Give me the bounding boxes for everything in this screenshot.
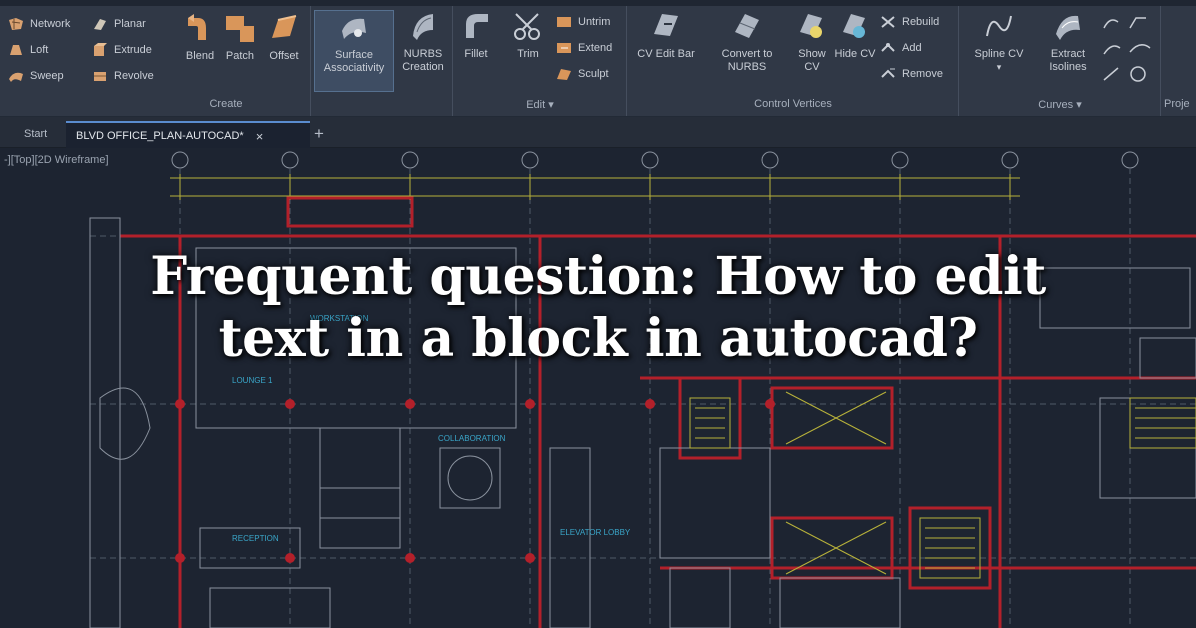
document-tab-bar: Start BLVD OFFICE_PLAN-AUTOCAD* × +: [0, 117, 1196, 149]
chevron-down-icon: ▾: [996, 62, 1002, 72]
show-cv-icon: [800, 14, 822, 38]
article-headline: Frequent question: How to edit text in a…: [0, 246, 1196, 370]
cv-edit-bar-icon: [654, 14, 678, 36]
fillet-icon: [466, 14, 488, 38]
chevron-down-icon: ▾: [1076, 99, 1082, 111]
sweep-icon: [8, 69, 24, 83]
show-cv-button[interactable]: Show CV: [790, 10, 834, 74]
autocad-window: Network Loft Sweep Planar Extrude Revolv…: [0, 0, 1196, 628]
surface-associativity-button[interactable]: Surface Associativity: [314, 10, 394, 92]
trim-icon: [514, 13, 540, 40]
sweep-button[interactable]: Sweep: [8, 66, 64, 86]
loft-button[interactable]: Loft: [8, 40, 48, 60]
patch-button[interactable]: Patch: [220, 12, 260, 63]
spline-cv-button[interactable]: Spline CV ▾: [964, 10, 1034, 74]
drawing-viewport[interactable]: -][Top][2D Wireframe] LOUNGE 1 COLLABORA…: [0, 148, 1196, 628]
sculpt-button[interactable]: Sculpt: [556, 64, 609, 84]
hide-cv-icon: [843, 14, 865, 38]
convert-to-nurbs-button[interactable]: Convert to NURBS: [710, 10, 784, 74]
dimension-lines: [170, 174, 1020, 200]
document-tab-label: BLVD OFFICE_PLAN-AUTOCAD*: [76, 130, 244, 142]
panel-divider: [626, 6, 627, 116]
curve-tools-grid: [1100, 14, 1156, 94]
cv-edit-bar-button[interactable]: CV Edit Bar: [630, 10, 702, 61]
convert-to-nurbs-icon: [735, 14, 759, 38]
extend-icon: [556, 41, 572, 55]
panel-divider: [452, 6, 453, 116]
fillet-button[interactable]: Fillet: [456, 10, 496, 61]
add-button[interactable]: Add: [880, 38, 922, 58]
nurbs-creation-button[interactable]: NURBS Creation: [396, 10, 450, 74]
panel-divider: [958, 6, 959, 116]
chevron-down-icon: ▾: [548, 99, 554, 111]
offset-button[interactable]: Offset: [262, 12, 306, 63]
revolve-button[interactable]: Revolve: [92, 66, 154, 86]
tab-start[interactable]: Start: [14, 121, 57, 147]
create-panel-label: Create: [209, 98, 243, 110]
remove-button[interactable]: Remove: [880, 64, 943, 84]
headline-line-1: Frequent question: How to edit: [150, 246, 1046, 307]
plus-icon: +: [314, 124, 324, 143]
room-label-elevator-lobby: ELEVATOR LOBBY: [560, 528, 631, 537]
room-label-lounge: LOUNGE 1: [232, 376, 273, 385]
project-panel-label: Proje: [1164, 98, 1190, 110]
room-label-collaboration: COLLABORATION: [438, 434, 506, 443]
spline-cv-icon: [986, 15, 1012, 37]
control-vertices-panel-label: Control Vertices: [754, 98, 832, 110]
untrim-button[interactable]: Untrim: [556, 12, 610, 32]
extrude-icon: [92, 43, 108, 57]
untrim-icon: [556, 15, 572, 29]
blend-icon: [188, 14, 206, 40]
loft-icon: [8, 43, 24, 57]
extrude-button[interactable]: Extrude: [92, 40, 152, 60]
blend-button[interactable]: Blend: [178, 12, 222, 63]
viewport-controls-label[interactable]: -][Top][2D Wireframe]: [4, 154, 109, 166]
panel-divider: [1160, 6, 1161, 116]
edit-panel-label[interactable]: Edit ▾: [454, 98, 626, 111]
curves-panel-label[interactable]: Curves ▾: [960, 98, 1160, 111]
network-icon: [8, 17, 24, 31]
grid-bubbles: [171, 151, 1139, 169]
revolve-icon: [92, 69, 108, 83]
extend-button[interactable]: Extend: [556, 38, 612, 58]
add-cv-icon: [880, 41, 896, 55]
close-icon[interactable]: ×: [256, 129, 264, 144]
planar-button[interactable]: Planar: [92, 14, 146, 34]
rebuild-button[interactable]: Rebuild: [880, 12, 939, 32]
rebuild-icon: [880, 15, 896, 29]
hide-cv-button[interactable]: Hide CV: [834, 10, 876, 61]
trim-button[interactable]: Trim: [508, 10, 548, 61]
ribbon: Network Loft Sweep Planar Extrude Revolv…: [0, 0, 1196, 117]
extract-isolines-icon: [1056, 15, 1080, 40]
extract-isolines-button[interactable]: Extract Isolines: [1040, 10, 1096, 74]
tab-document[interactable]: BLVD OFFICE_PLAN-AUTOCAD* ×: [66, 121, 310, 149]
sculpt-icon: [556, 67, 572, 81]
curve-tools-icons: [1103, 17, 1151, 82]
stair-and-hatch: [689, 391, 1196, 579]
patch-icon: [226, 16, 254, 42]
headline-line-2: text in a block in autocad?: [218, 308, 978, 369]
planar-icon: [92, 17, 108, 31]
new-tab-button[interactable]: +: [304, 121, 334, 147]
nurbs-creation-icon: [413, 14, 433, 40]
floor-plan: [89, 151, 1196, 628]
remove-cv-icon: [880, 67, 896, 81]
network-button[interactable]: Network: [8, 14, 70, 34]
room-label-reception: RECEPTION: [232, 534, 279, 543]
offset-icon: [272, 15, 297, 38]
surface-associativity-icon: [342, 18, 366, 39]
